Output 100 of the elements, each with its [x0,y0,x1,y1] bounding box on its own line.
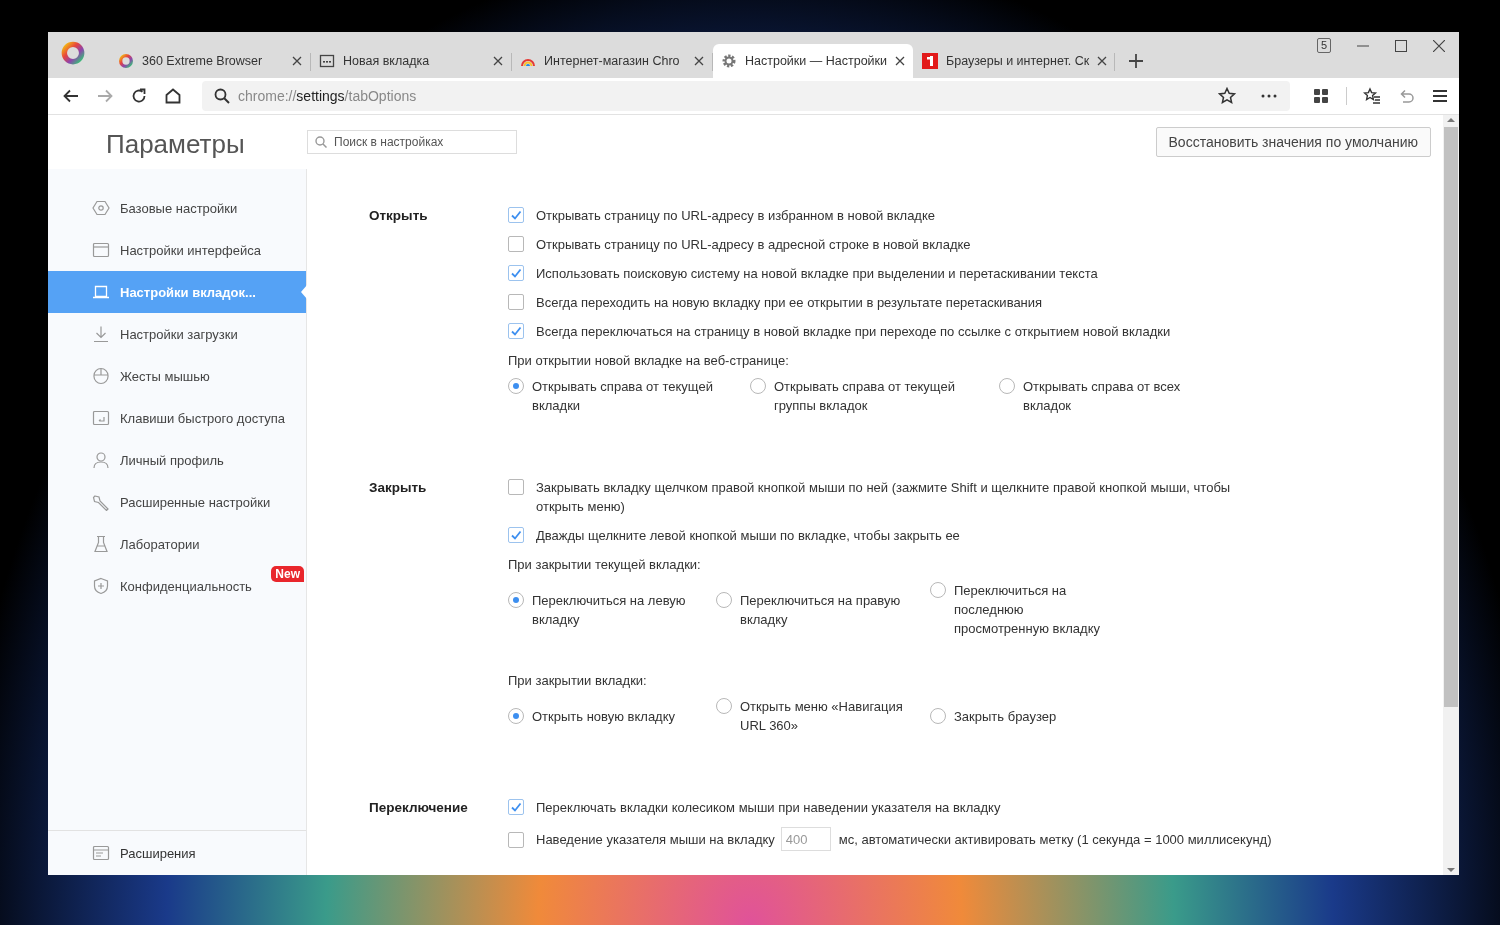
check-icon [510,209,522,221]
close-icon[interactable] [292,56,302,66]
section-title: Закрыть [369,479,428,497]
close-icon[interactable] [895,56,906,66]
download-icon [92,325,110,343]
option-label: Открывать справа от текущей группы вкладок [774,378,956,415]
sidebar-label: Клавиши быстрого доступа [120,410,286,426]
option-label: Открыть новую вкладку [532,707,676,726]
tab-title: Браузеры и интернет. Ск [946,54,1090,68]
sidebar-label: Базовые настройки [120,200,238,216]
shield-icon [92,577,110,595]
option-label: Открывать страницу по URL-адресу в адресной строке в новой вкладке [536,236,971,254]
browser-tab[interactable]: 360 Extreme Browser [110,44,310,78]
radio-button[interactable] [750,378,766,394]
checkbox[interactable] [508,236,524,252]
scrollbar-thumb[interactable] [1444,127,1458,707]
maximize-icon[interactable] [1395,39,1407,52]
tab-count-badge[interactable]: 5 [1316,38,1331,53]
sidebar-label: Конфиденциальность [120,578,252,594]
tab-title: Настройки — Настройки [745,54,888,68]
tab-title: 360 Extreme Browser [142,54,263,68]
group-caption: При открытии новой вкладке на веб-странице: [508,352,790,370]
sidebar-item[interactable]: Личный профиль [48,439,306,481]
home-icon[interactable] [164,87,182,105]
flask-icon [92,535,110,553]
restore-defaults-button[interactable]: Восстановить значения по умолчанию [1155,127,1431,157]
apps-grid-icon[interactable] [1312,87,1330,105]
star-icon[interactable] [1218,87,1236,105]
sidebar-label: Лаборатории [120,536,200,552]
checkbox[interactable] [508,831,524,848]
option-label: Открывать справа от текущей вкладки [532,378,714,415]
tab-title: Интернет-магазин Chro [544,54,680,68]
sidebar-item[interactable]: Расширенные настройки [48,481,306,523]
option-label: Закрыть браузер [954,707,1057,726]
check-icon [510,325,522,337]
option-label: Переключиться на правую вкладку [740,591,902,629]
option-label: Открывать страницу по URL-адресу в избранном в новой вкладке [536,207,936,225]
person-icon [92,451,110,469]
browser-logo-icon [118,53,134,69]
page-title: Параметры [105,127,246,160]
checkbox[interactable] [508,294,524,310]
sidebar-item[interactable]: Конфиденциальность New [48,565,306,607]
checkbox[interactable] [508,479,524,495]
close-icon[interactable] [1433,39,1445,52]
back-icon[interactable] [62,87,80,105]
sidebar-item[interactable]: Лаборатории [48,523,306,565]
forward-icon[interactable] [96,87,114,105]
browser-tab[interactable]: Настройки — Настройки [713,44,913,78]
square-logo-icon [922,53,938,69]
laptop-icon [92,283,110,301]
sidebar-label: Личный профиль [120,452,224,468]
sidebar-item[interactable]: Базовые настройки [48,187,306,229]
tab-title: Новая вкладка [343,54,430,68]
checkbox[interactable] [508,207,524,223]
close-icon[interactable] [493,56,503,66]
menu-icon[interactable] [1431,87,1449,105]
option-label: Открыть меню «Навигация URL 360» [740,698,904,735]
close-icon[interactable] [694,56,704,66]
url-text: chrome://settings/tabOptions [238,88,418,104]
option-label: Закрывать вкладку щелчком правой кнопкой мыши по ней (зажмите Shift и щелкните правой кнопкой мыши, чтобы открыть меню) [536,479,1232,516]
browser-tab[interactable]: Браузеры и интернет. Ск [914,44,1114,78]
window-icon [92,241,110,259]
check-icon [510,529,522,541]
checkbox[interactable] [508,323,524,339]
browser-tab[interactable]: Интернет-магазин Chro [512,44,712,78]
option-label: Переключать вкладки колесиком мыши при наведении указателя на вкладку [536,799,1001,817]
window-icon [319,53,335,69]
mouse-icon [92,367,110,385]
scrollbar[interactable] [1443,115,1459,875]
radio-button[interactable] [999,378,1015,394]
sidebar-item[interactable]: Жесты мышью [48,355,306,397]
reload-icon[interactable] [130,87,148,105]
checkbox[interactable] [508,799,524,815]
radio-button[interactable] [930,582,946,598]
group-caption: При закрытии текущей вкладки: [508,556,702,574]
check-icon [510,801,522,813]
sidebar-label: Настройки вкладок... [120,284,256,300]
radio-button[interactable] [508,378,524,394]
close-icon[interactable] [1097,56,1108,66]
browser-logo-icon [60,40,86,66]
sidebar-label: Настройки интерфейса [120,242,261,258]
new-tab-icon[interactable] [1129,54,1143,68]
sidebar-item[interactable]: Настройки интерфейса [48,229,306,271]
search-field[interactable]: Поиск в настройках [307,130,517,154]
radio-button[interactable] [716,698,732,714]
new-badge: New [271,566,304,582]
sidebar-label: Настройки загрузки [120,326,238,342]
sidebar-item[interactable]: Клавиши быстрого доступа [48,397,306,439]
checkbox[interactable] [508,265,524,281]
checkbox[interactable] [508,527,524,543]
radio-button[interactable] [930,707,946,724]
browser-tab[interactable]: Новая вкладка [311,44,511,78]
radio-button[interactable] [508,591,524,608]
sidebar-item[interactable]: Настройки загрузки [48,313,306,355]
check-icon [510,267,522,279]
sidebar-item[interactable]: Расширения [48,830,306,875]
radio-button[interactable] [716,591,732,608]
radio-button[interactable] [508,707,524,724]
favorites-list-icon[interactable] [1363,87,1381,105]
address-bar[interactable]: chrome://settings/tabOptions [202,81,1290,111]
